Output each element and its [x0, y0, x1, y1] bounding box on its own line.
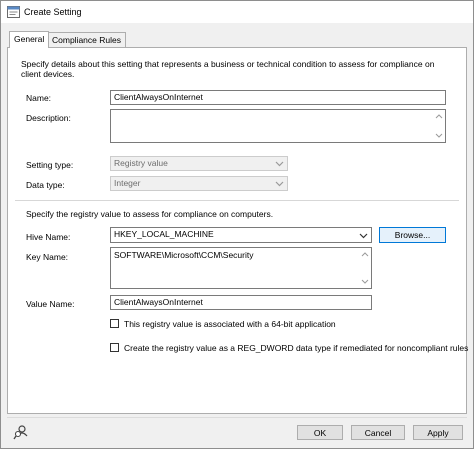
- ok-button[interactable]: OK: [297, 425, 343, 440]
- description-scroll-arrows-icon[interactable]: [435, 113, 443, 139]
- key-name-label: Key Name:: [26, 252, 69, 262]
- chevron-down-icon[interactable]: [359, 231, 368, 240]
- apply-button[interactable]: Apply: [413, 425, 463, 440]
- checkbox-64bit-label[interactable]: This registry value is associated with a…: [124, 319, 336, 329]
- data-type-dropdown: Integer: [110, 176, 288, 191]
- hive-name-dropdown[interactable]: HKEY_LOCAL_MACHINE: [110, 227, 372, 243]
- name-field[interactable]: ClientAlwaysOnInternet: [110, 90, 446, 105]
- tab-compliance-rules[interactable]: Compliance Rules: [47, 32, 126, 47]
- checkbox-reg-dword[interactable]: [110, 343, 119, 352]
- setting-type-dropdown: Registry value: [110, 156, 288, 171]
- key-name-field[interactable]: SOFTWARE\Microsoft\CCM\Security: [110, 247, 372, 289]
- description-field[interactable]: [110, 109, 446, 143]
- setting-type-value: Registry value: [114, 158, 168, 168]
- checkbox-reg-dword-label[interactable]: Create the registry value as a REG_DWORD…: [124, 343, 468, 353]
- value-name-label: Value Name:: [26, 299, 75, 309]
- browse-button[interactable]: Browse...: [379, 227, 446, 243]
- tab-general[interactable]: General: [9, 31, 50, 48]
- section-divider: [15, 200, 459, 201]
- key-name-scroll-arrows-icon[interactable]: [361, 251, 369, 285]
- checkbox-64bit[interactable]: [110, 319, 119, 328]
- registry-intro-text: Specify the registry value to assess for…: [26, 209, 274, 219]
- hive-name-value: HKEY_LOCAL_MACHINE: [114, 229, 214, 239]
- chevron-down-icon: [275, 181, 284, 187]
- title-bar: Create Setting: [1, 1, 473, 23]
- chevron-down-icon: [275, 161, 284, 167]
- data-type-value: Integer: [114, 178, 141, 188]
- value-name-field[interactable]: ClientAlwaysOnInternet: [110, 295, 372, 310]
- key-name-value: SOFTWARE\Microsoft\CCM\Security: [114, 250, 254, 260]
- setting-type-label: Setting type:: [26, 160, 74, 170]
- footer-divider: [7, 417, 467, 418]
- description-label: Description:: [26, 113, 71, 123]
- name-label: Name:: [26, 93, 52, 103]
- setting-app-icon: [7, 6, 20, 18]
- cancel-button[interactable]: Cancel: [351, 425, 405, 440]
- create-setting-window: Create Setting General Compliance Rules …: [0, 0, 474, 449]
- user-search-icon: [13, 425, 28, 440]
- data-type-label: Data type:: [26, 180, 65, 190]
- window-title: Create Setting: [24, 7, 82, 17]
- hive-name-label: Hive Name:: [26, 232, 71, 242]
- general-intro-text: Specify details about this setting that …: [21, 59, 435, 79]
